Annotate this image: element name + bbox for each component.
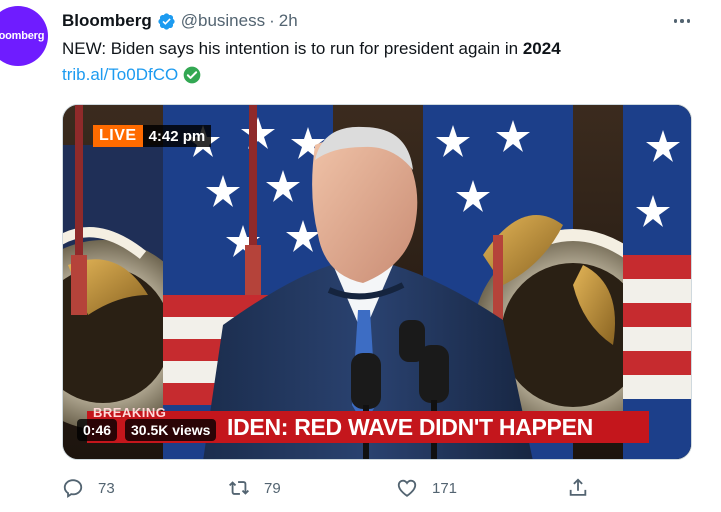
tweet[interactable]: loomberg Bloomberg @business · 2h NEW: B…	[0, 0, 721, 512]
more-options-button[interactable]	[670, 10, 694, 32]
tweet-text-year: 2024	[522, 39, 561, 58]
tweet-text-body: NEW: Biden says his intention is to run …	[62, 39, 523, 58]
separator-dot: ·	[269, 11, 275, 30]
video-duration: 0:46	[77, 419, 118, 441]
broadcast-time: 4:42 pm	[142, 125, 212, 147]
tweet-link[interactable]: trib.al/To0DfCO	[62, 64, 178, 86]
breaking-label: BREAKING	[93, 405, 167, 420]
reply-button[interactable]: 73	[62, 476, 115, 500]
more-dot-icon	[686, 19, 691, 23]
tweet-text: NEW: Biden says his intention is to run …	[62, 38, 561, 60]
tweet-link-row: trib.al/To0DfCO	[62, 64, 202, 86]
video-view-count: 30.5K views	[125, 419, 217, 441]
retweet-count: 79	[264, 479, 281, 497]
tweet-header: Bloomberg @business · 2h	[62, 10, 298, 32]
heart-icon	[397, 479, 417, 497]
verified-badge-icon	[158, 12, 175, 30]
share-button[interactable]	[567, 476, 589, 500]
retweet-button[interactable]: 79	[228, 476, 281, 500]
avatar-logo-text: loomberg	[0, 30, 45, 42]
breaking-headline: IDEN: RED WAVE DIDN'T HAPPEN	[227, 414, 593, 440]
author-handle[interactable]: @business	[181, 11, 265, 31]
like-count: 171	[432, 479, 458, 497]
reply-icon	[63, 479, 83, 498]
share-icon	[569, 478, 587, 496]
live-label: LIVE	[93, 125, 143, 147]
check-circle-icon	[183, 66, 201, 84]
video-player[interactable]: LIVE 4:42 pm BREAKING IDEN: RED WAVE DID…	[62, 104, 692, 460]
more-dot-icon	[680, 19, 684, 23]
tweet-actions: 73 79 171	[62, 476, 602, 500]
more-dot-icon	[673, 19, 678, 23]
tweet-timestamp[interactable]: 2h	[279, 11, 298, 31]
like-button[interactable]: 171	[396, 476, 457, 500]
avatar[interactable]: loomberg	[0, 6, 48, 66]
live-badge: LIVE 4:42 pm	[93, 125, 212, 147]
retweet-icon	[229, 481, 249, 495]
reply-count: 73	[98, 479, 115, 497]
author-name[interactable]: Bloomberg	[62, 11, 152, 31]
